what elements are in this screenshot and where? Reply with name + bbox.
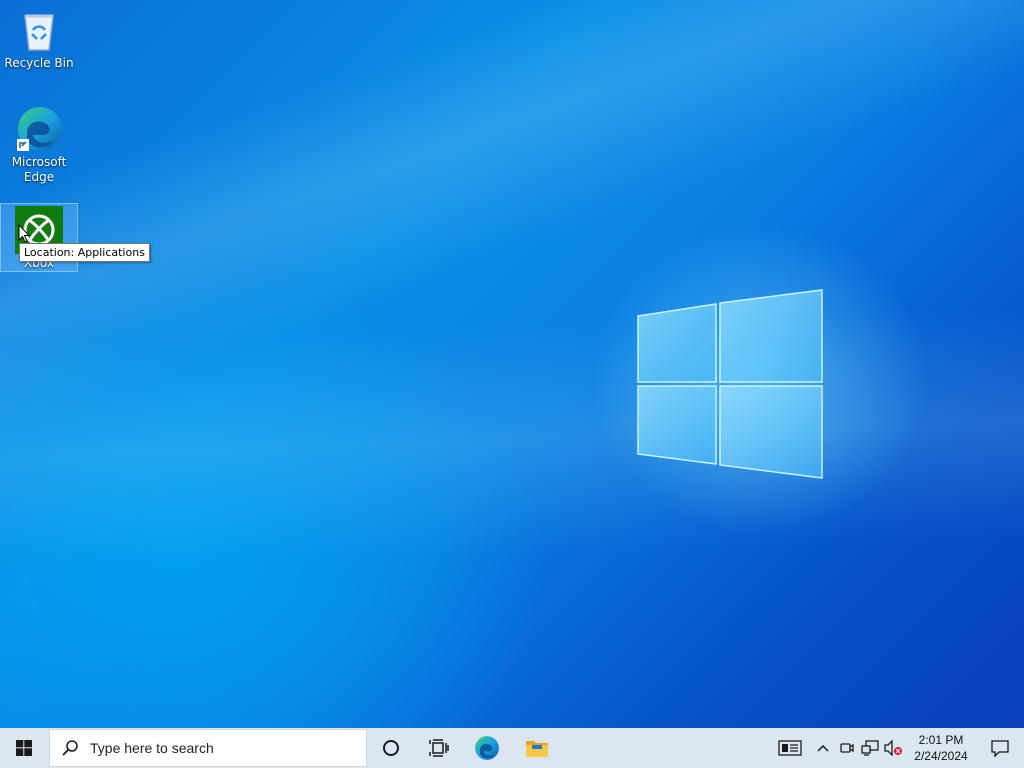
- volume-muted-icon: [884, 740, 902, 756]
- windows-start-icon: [16, 740, 32, 756]
- search-icon: [50, 729, 90, 767]
- recycle-bin-icon: [15, 6, 63, 54]
- chevron-up-icon: [817, 744, 829, 752]
- network-button[interactable]: [858, 728, 882, 768]
- desktop-icon-label: Microsoft Edge: [11, 155, 67, 184]
- cortana-icon: [383, 740, 399, 756]
- clock-time: 2:01 PM: [918, 733, 964, 747]
- desktop[interactable]: Recycle Bin Microsoft Edge Xbox Location…: [0, 0, 1024, 728]
- desktop-icon-label: Recycle Bin: [4, 56, 74, 70]
- start-button[interactable]: [0, 728, 48, 768]
- task-view-icon: [429, 739, 449, 757]
- meet-now-button[interactable]: [836, 728, 858, 768]
- system-tray: 2:01 PM 2/24/2024: [770, 728, 1024, 768]
- cortana-button[interactable]: [367, 728, 415, 768]
- edge-icon: [475, 736, 499, 760]
- search-placeholder: Type here to search: [90, 740, 214, 756]
- tooltip: Location: Applications: [19, 243, 150, 262]
- clock[interactable]: 2:01 PM 2/24/2024: [906, 732, 976, 764]
- task-view-button[interactable]: [415, 728, 463, 768]
- light-beam: [0, 0, 1024, 728]
- action-center-button[interactable]: [976, 728, 1024, 768]
- file-explorer-icon: [526, 741, 548, 757]
- show-hidden-icons-button[interactable]: [810, 728, 836, 768]
- volume-button[interactable]: [882, 728, 906, 768]
- desktop-icon-microsoft-edge[interactable]: Microsoft Edge: [1, 105, 77, 185]
- meet-now-icon: [840, 743, 854, 753]
- notification-icon: [991, 740, 1009, 757]
- taskbar: Type here to search 2:01 PM 2/24/2024: [0, 728, 1024, 768]
- taskbar-edge-button[interactable]: [463, 728, 511, 768]
- light-beam: [0, 0, 1024, 728]
- mouse-cursor-icon: [18, 224, 30, 243]
- news-icon: [778, 740, 802, 756]
- clock-date: 2/24/2024: [914, 749, 968, 763]
- news-button[interactable]: [770, 728, 810, 768]
- windows-logo-wallpaper: [637, 289, 823, 479]
- desktop-icon-recycle-bin[interactable]: Recycle Bin: [1, 6, 77, 71]
- taskbar-file-explorer-button[interactable]: [511, 728, 563, 768]
- search-box[interactable]: Type here to search: [49, 729, 367, 767]
- network-icon: [861, 740, 879, 756]
- edge-icon: [15, 105, 63, 153]
